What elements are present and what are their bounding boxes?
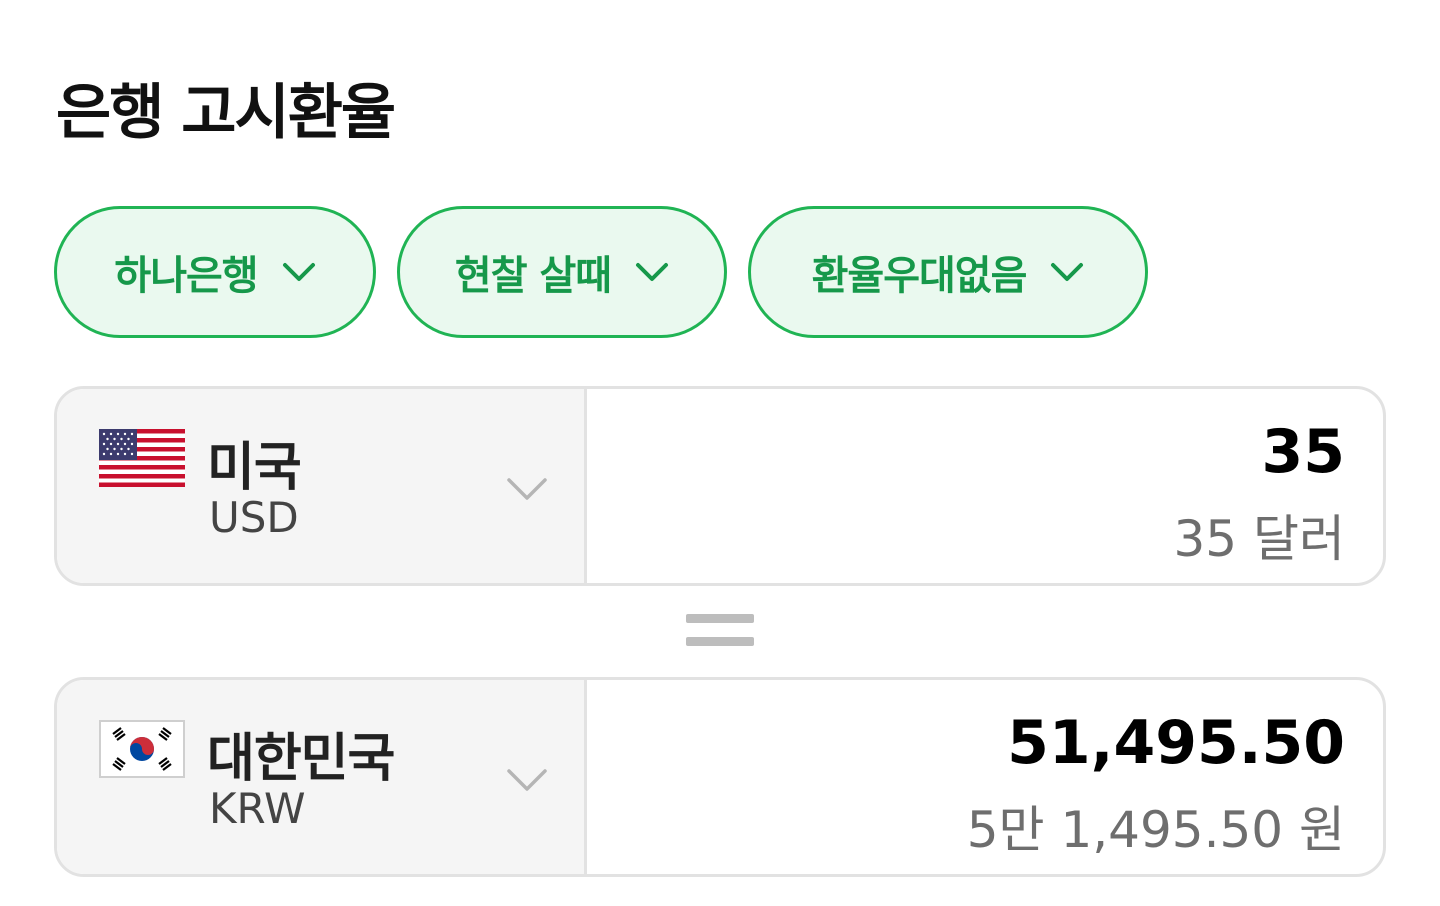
- transaction-type-filter-chip[interactable]: 현찰 살때: [397, 206, 727, 338]
- chevron-down-icon: [282, 263, 315, 281]
- bank-filter-label: 하나은행: [114, 253, 258, 299]
- to-currency-card: 대한민국 KRW 51,495.50 5만 1,495.50 원: [54, 677, 1386, 877]
- chevron-down-icon: [507, 769, 547, 791]
- chevron-down-icon: [636, 263, 669, 281]
- bank-filter-chip[interactable]: 하나은행: [54, 206, 376, 338]
- to-country-name: 대한민국: [207, 729, 395, 789]
- chevron-down-icon: [507, 478, 547, 500]
- transaction-type-label: 현찰 살때: [454, 253, 612, 299]
- from-currency-code: USD: [209, 493, 299, 542]
- rate-discount-filter-chip[interactable]: 환율우대없음: [748, 206, 1148, 338]
- from-currency-selector[interactable]: 미국 USD: [57, 389, 587, 583]
- page-title: 은행 고시환율: [56, 78, 396, 148]
- from-amount-in-words: 35 달러: [1173, 510, 1345, 568]
- from-country-name: 미국: [207, 438, 302, 498]
- from-amount-input[interactable]: 35 35 달러: [590, 389, 1383, 583]
- chevron-down-icon: [1051, 263, 1084, 281]
- to-amount: 51,495.50: [1007, 708, 1345, 778]
- equals-icon: [686, 614, 754, 646]
- to-amount-input[interactable]: 51,495.50 5만 1,495.50 원: [590, 680, 1383, 874]
- to-amount-in-words: 5만 1,495.50 원: [966, 801, 1345, 859]
- rate-discount-label: 환율우대없음: [811, 253, 1028, 299]
- us-flag-icon: [99, 429, 185, 487]
- to-currency-selector[interactable]: 대한민국 KRW: [57, 680, 587, 874]
- exchange-rate-page: 은행 고시환율 하나은행 현찰 살때 환율우대없음 미국 USD 35 35 달…: [0, 0, 1440, 906]
- to-currency-code: KRW: [209, 784, 306, 833]
- kr-flag-icon: [99, 720, 185, 778]
- from-currency-card: 미국 USD 35 35 달러: [54, 386, 1386, 586]
- from-amount: 35: [1261, 417, 1346, 487]
